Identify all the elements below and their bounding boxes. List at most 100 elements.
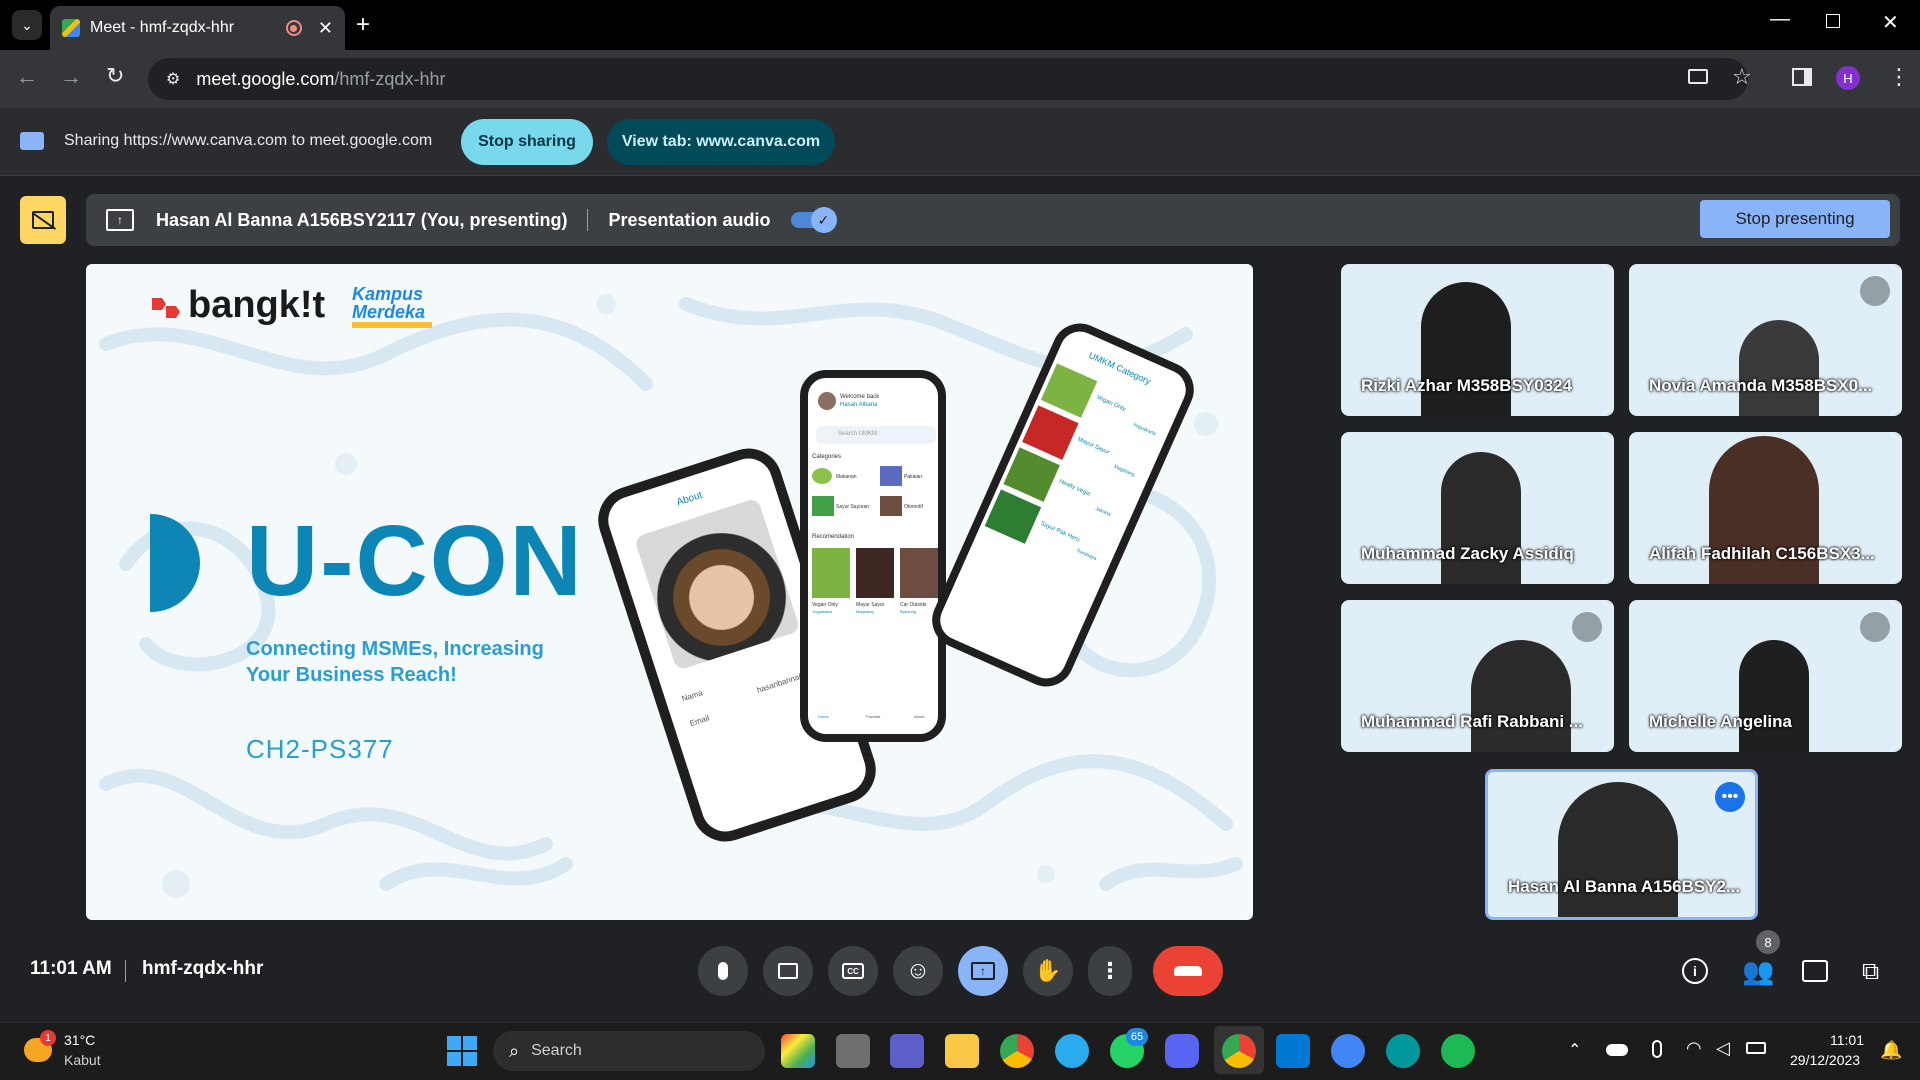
tab-close-icon[interactable]: ✕ <box>318 18 333 39</box>
teams-meet-icon[interactable] <box>890 1034 924 1068</box>
participant-tile[interactable]: Muhammad Zacky Assidiq <box>1341 432 1614 584</box>
tab-title: Meet - hmf-zqdx-hhr <box>90 19 235 36</box>
cat-city-1: Yogyakarta <box>1131 421 1157 438</box>
mic-off-icon <box>1860 276 1890 306</box>
leave-call-button[interactable] <box>1153 946 1223 996</box>
meeting-info-icon[interactable]: i <box>1682 958 1708 984</box>
category-thumb <box>880 496 902 516</box>
android-studio-icon[interactable] <box>1331 1034 1365 1068</box>
view-tab-button[interactable]: View tab: www.canva.com <box>607 119 835 165</box>
clock-time[interactable]: 11:01 <box>1830 1032 1864 1048</box>
taskbar-search-label: Search <box>531 1042 582 1059</box>
participant-name: Alifah Fadhilah C156BSX3... <box>1649 544 1875 563</box>
people-icon[interactable]: 👥 <box>1742 956 1774 987</box>
captions-button[interactable]: CC <box>828 946 878 996</box>
reload-icon[interactable]: ↻ <box>106 63 124 89</box>
view-tab-label: View tab: www.canva.com <box>621 133 821 150</box>
rec-city-1: Yogyakarta <box>812 609 832 614</box>
participant-name: Michelle Angelina <box>1649 712 1792 731</box>
stop-presenting-button[interactable]: Stop presenting <box>1700 200 1890 238</box>
activities-icon[interactable]: ⧉ <box>1862 958 1879 986</box>
arduino-icon[interactable] <box>1386 1034 1420 1068</box>
presentation-audio-toggle[interactable]: ✓ <box>790 207 837 233</box>
clock-date[interactable]: 29/12/2023 <box>1790 1052 1860 1068</box>
volume-icon[interactable]: ◁ <box>1716 1038 1730 1059</box>
participant-tile[interactable]: Muhammad Rafi Rabbani ... <box>1341 600 1614 752</box>
participant-video <box>1739 320 1819 416</box>
rec-vegan: Vegan Only <box>812 602 838 608</box>
site-settings-icon[interactable]: ⚙ <box>166 69 180 89</box>
telegram-icon[interactable] <box>1055 1034 1089 1068</box>
category-otomotif: Otomotif <box>904 504 923 510</box>
nav-home: Home <box>818 714 829 719</box>
slide-subtitle-line2: Your Business Reach! <box>246 664 457 686</box>
windows-start-icon[interactable] <box>447 1036 477 1066</box>
side-panel-icon[interactable] <box>1792 68 1812 86</box>
bookmark-star-icon[interactable]: ☆ <box>1732 64 1752 90</box>
hand-icon: ✋ <box>1034 958 1062 983</box>
category-makanan: Makanan <box>836 474 857 480</box>
meeting-time: 11:01 AM <box>30 958 112 979</box>
profile-avatar[interactable]: H <box>1836 66 1860 90</box>
taskbar-search-box[interactable]: ⌕ Search <box>493 1031 765 1071</box>
participant-tile[interactable]: Michelle Angelina <box>1629 600 1902 752</box>
close-window-button[interactable]: ✕ <box>1882 10 1899 35</box>
tab-strip: ⌄ Meet - hmf-zqdx-hhr ✕ + — ✕ <box>0 0 1920 50</box>
notification-bell-icon[interactable]: 🔔 <box>1880 1040 1902 1061</box>
participant-tile[interactable]: Alifah Fadhilah C156BSX3... <box>1629 432 1902 584</box>
task-view-icon[interactable] <box>836 1034 870 1068</box>
chrome-profile-icon[interactable] <box>1222 1034 1256 1068</box>
rec-mayur: Mayur Sayur <box>856 602 885 608</box>
wifi-icon[interactable]: ◠ <box>1686 1038 1702 1059</box>
slide-subtitle-line1: Connecting MSMEs, Increasing <box>246 638 544 660</box>
show-hidden-icons[interactable]: ⌃ <box>1568 1040 1581 1060</box>
battery-icon[interactable] <box>1746 1042 1766 1054</box>
forward-arrow-icon[interactable]: → <box>60 64 82 90</box>
kampus-merdeka-stripe <box>352 322 432 328</box>
cat-thumb <box>984 489 1042 544</box>
camera-icon[interactable] <box>1688 69 1708 84</box>
tab-search-button[interactable]: ⌄ <box>12 10 42 40</box>
microphone-button[interactable] <box>698 946 748 996</box>
weather-badge: 1 <box>40 1030 56 1046</box>
raise-hand-button[interactable]: ✋ <box>1023 946 1073 996</box>
rec-thumb <box>900 548 938 598</box>
chat-icon[interactable] <box>1802 960 1828 982</box>
nav-about: About <box>914 714 925 719</box>
vscode-icon[interactable] <box>1276 1034 1310 1068</box>
microphone-tray-icon[interactable] <box>1652 1040 1662 1058</box>
app-icon[interactable] <box>781 1034 815 1068</box>
url-path: /hmf-zqdx-hhr <box>334 68 446 89</box>
address-bar[interactable]: ⚙ meet.google.com/hmf-zqdx-hhr ☆ <box>148 58 1752 100</box>
restore-button[interactable] <box>1826 14 1840 28</box>
weather-temp: 31°C <box>64 1032 96 1048</box>
nav-favorite: Favorite <box>866 714 881 719</box>
rec-city-2: Magelang <box>856 609 874 614</box>
browser-menu-icon[interactable]: ⋮ <box>1888 64 1910 90</box>
minimize-button[interactable]: — <box>1770 8 1790 31</box>
sharing-infobar: Sharing https://www.canva.com to meet.go… <box>0 108 1920 176</box>
back-arrow-icon[interactable]: ← <box>16 64 38 90</box>
more-options-button[interactable]: ⋮ <box>1088 946 1132 996</box>
weather-desc: Kabut <box>64 1052 101 1068</box>
participant-tile[interactable]: Rizki Azhar M358BSY0324 <box>1341 264 1614 416</box>
present-button[interactable]: ↑ <box>958 946 1008 996</box>
file-explorer-icon[interactable] <box>945 1034 979 1068</box>
chrome-icon[interactable] <box>1000 1034 1034 1068</box>
rec-thumb <box>812 548 850 598</box>
reactions-button[interactable]: ☺ <box>893 946 943 996</box>
discord-icon[interactable] <box>1165 1034 1199 1068</box>
camera-button[interactable] <box>763 946 813 996</box>
onedrive-icon[interactable] <box>1606 1044 1628 1056</box>
participant-name: Muhammad Zacky Assidiq <box>1361 544 1574 563</box>
rec-car: Car Outside <box>900 602 927 608</box>
stop-sharing-button[interactable]: Stop sharing <box>461 119 593 165</box>
participant-video <box>1471 640 1571 752</box>
self-view-tile[interactable]: ••• Hasan Al Banna A156BSY2... <box>1485 769 1758 920</box>
more-options-icon[interactable]: ••• <box>1715 782 1745 812</box>
spotify-icon[interactable] <box>1441 1034 1475 1068</box>
browser-tab-meet[interactable]: Meet - hmf-zqdx-hhr ✕ <box>50 6 345 50</box>
participant-tile[interactable]: Novia Amanda M358BSX0... <box>1629 264 1902 416</box>
new-tab-button[interactable]: + <box>356 11 370 39</box>
kampus-merdeka-logo-line2: Merdeka <box>352 302 426 322</box>
